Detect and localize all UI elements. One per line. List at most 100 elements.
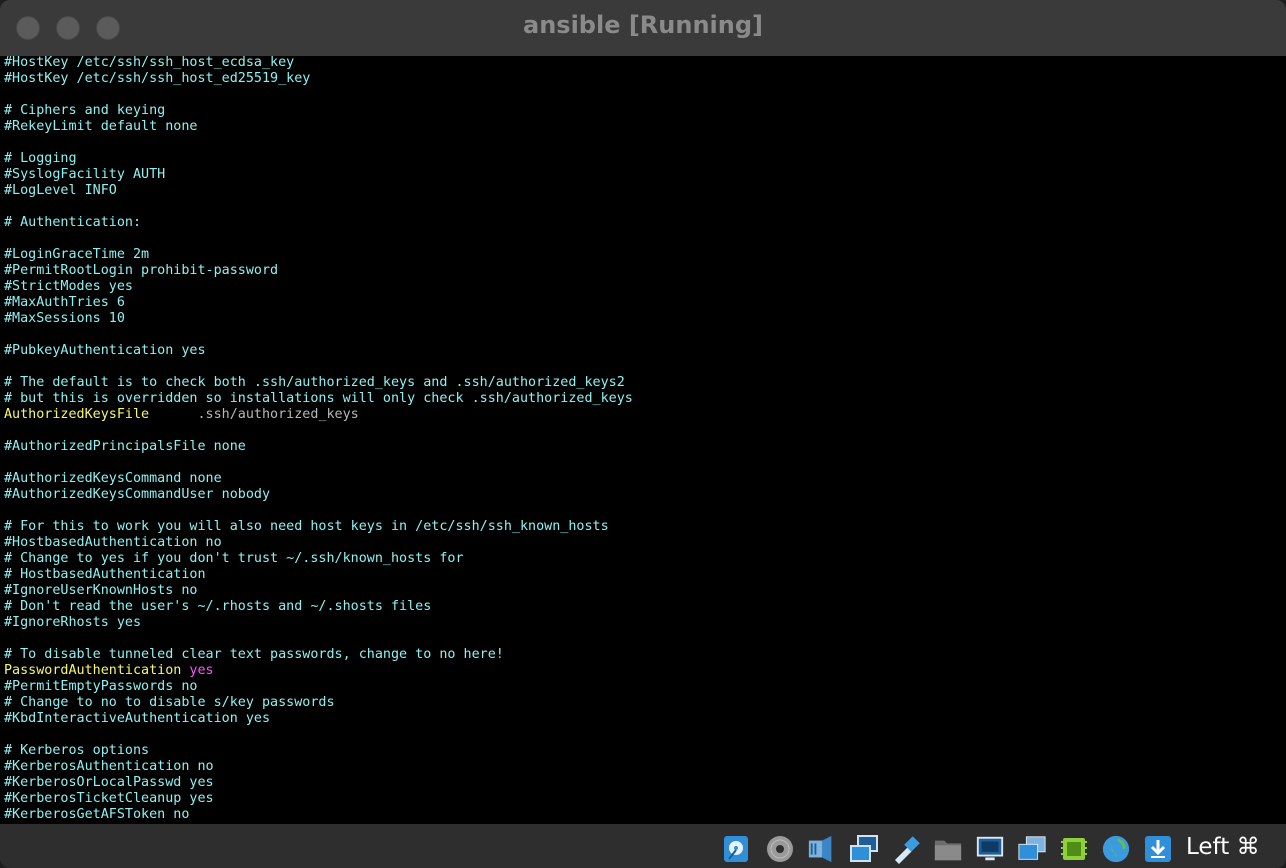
terminal-text: #MaxSessions 10 (4, 311, 125, 326)
terminal-text: #KbdInteractiveAuthentication yes (4, 711, 271, 726)
terminal-text: #KerberosAuthentication no (4, 759, 214, 774)
terminal-text: #HostbasedAuthentication no (4, 535, 222, 550)
terminal-text: # Logging (4, 151, 77, 166)
optical-drive-icon[interactable] (765, 834, 795, 864)
terminal-line: #MaxSessions 10 (4, 311, 633, 327)
terminal-text: #PermitEmptyPasswords no (4, 679, 198, 694)
terminal-line: # For this to work you will also need ho… (4, 519, 633, 535)
terminal-text: # but this is overridden so installation… (4, 391, 633, 406)
terminal-text: # Authentication: (4, 215, 142, 230)
usb-icon[interactable] (891, 834, 921, 864)
terminal-line: # To disable tunneled clear text passwor… (4, 647, 633, 663)
terminal-line: # Don't read the user's ~/.rhosts and ~/… (4, 599, 633, 615)
terminal-text: .ssh/authorized_keys (149, 407, 359, 422)
terminal-text: #LogLevel INFO (4, 183, 117, 198)
terminal-text: #PubkeyAuthentication yes (4, 343, 206, 358)
terminal-line: # but this is overridden so installation… (4, 391, 633, 407)
display-icon[interactable] (975, 834, 1005, 864)
terminal-text: # For this to work you will also need ho… (4, 519, 609, 534)
title-bar[interactable]: ansible [Running] (0, 0, 1286, 57)
shared-folder-icon[interactable] (933, 834, 963, 864)
terminal-text: #HostKey /etc/ssh/ssh_host_ecdsa_key (4, 56, 295, 70)
terminal-text: #KerberosTicketCleanup yes (4, 791, 214, 806)
audio-icon[interactable] (807, 834, 837, 864)
terminal-line: #KerberosGetAFSToken no (4, 807, 633, 823)
terminal-text: #IgnoreUserKnownHosts no (4, 583, 198, 598)
cpu-activity-icon[interactable] (1059, 834, 1089, 864)
terminal-line: # Change to yes if you don't trust ~/.ss… (4, 551, 633, 567)
terminal-text: #PermitRootLogin prohibit-password (4, 263, 279, 278)
terminal-line: # The default is to check both .ssh/auth… (4, 375, 633, 391)
terminal-line: #HostKey /etc/ssh/ssh_host_ed25519_key (4, 71, 633, 87)
vm-screen[interactable]: #HostKey /etc/ssh/ssh_host_ecdsa_key #Hos… (0, 56, 1286, 824)
terminal-line: #AuthorizedPrincipalsFile none (4, 439, 633, 455)
terminal-text: #KerberosGetAFSToken no (4, 807, 190, 822)
terminal-line: #HostKey /etc/ssh/ssh_host_ecdsa_key (4, 56, 633, 71)
terminal-line: # Change to no to disable s/key password… (4, 695, 633, 711)
window-title: ansible [Running] (523, 11, 763, 39)
terminal-text: #StrictModes yes (4, 279, 133, 294)
terminal-text: #KerberosOrLocalPasswd yes (4, 775, 214, 790)
terminal-text: #SyslogFacility AUTH (4, 167, 166, 182)
terminal-text: yes (181, 663, 214, 678)
terminal-text: # Don't read the user's ~/.rhosts and ~/… (4, 599, 432, 614)
terminal-text: # The default is to check both .ssh/auth… (4, 375, 625, 390)
terminal-line: #LogLevel INFO (4, 183, 633, 199)
terminal-line: #LoginGraceTime 2m (4, 247, 633, 263)
terminal-text: # Change to yes if you don't trust ~/.ss… (4, 551, 464, 566)
terminal-line: #AuthorizedKeysCommand none (4, 471, 633, 487)
terminal-line: # Kerberos options (4, 743, 633, 759)
terminal-line: # Ciphers and keying (4, 103, 633, 119)
terminal-text: #IgnoreRhosts yes (4, 615, 142, 630)
terminal-text: PasswordAuthentication (4, 663, 182, 678)
video-capture-icon[interactable] (1017, 834, 1047, 864)
terminal-line: #MaxAuthTries 6 (4, 295, 633, 311)
terminal-line: #SyslogFacility AUTH (4, 167, 633, 183)
terminal-text: # HostbasedAuthentication (4, 567, 206, 582)
terminal-line: PasswordAuthentication yes (4, 663, 633, 679)
host-key-indicator[interactable]: Left ⌘ (1186, 834, 1260, 860)
terminal-line: #IgnoreUserKnownHosts no (4, 583, 633, 599)
terminal-line: # Authentication: (4, 215, 633, 231)
download-icon[interactable] (1143, 834, 1173, 864)
terminal-line: #KerberosAuthentication no (4, 759, 633, 775)
terminal-line: #KerberosOrLocalPasswd yes (4, 775, 633, 791)
terminal-text: #AuthorizedKeysCommand none (4, 471, 222, 486)
terminal-line: #AuthorizedKeysCommandUser nobody (4, 487, 633, 503)
terminal-line: #IgnoreRhosts yes (4, 615, 633, 631)
terminal-line: #PermitEmptyPasswords no (4, 679, 633, 695)
terminal-text: AuthorizedKeysFile (4, 407, 150, 422)
hard-disk-icon[interactable] (721, 834, 751, 864)
terminal-text: # Ciphers and keying (4, 103, 166, 118)
terminal-text: # To disable tunneled clear text passwor… (4, 647, 504, 662)
terminal-output[interactable]: #HostKey /etc/ssh/ssh_host_ecdsa_key #Hos… (4, 56, 633, 823)
terminal-line: #KbdInteractiveAuthentication yes (4, 711, 633, 727)
terminal-line: #HostbasedAuthentication no (4, 535, 633, 551)
network-icon[interactable] (849, 834, 879, 864)
terminal-line: #RekeyLimit default none (4, 119, 633, 135)
terminal-text: #RekeyLimit default none (4, 119, 198, 134)
vm-window: ansible [Running] #HostKey /etc/ssh/ssh_… (0, 0, 1286, 868)
terminal-line: #KerberosTicketCleanup yes (4, 791, 633, 807)
terminal-text: # Change to no to disable s/key password… (4, 695, 335, 710)
terminal-line: #PermitRootLogin prohibit-password (4, 263, 633, 279)
terminal-text: #AuthorizedPrincipalsFile none (4, 439, 246, 454)
terminal-text: # Kerberos options (4, 743, 150, 758)
vm-status-bar: Left ⌘ (0, 824, 1286, 868)
terminal-text: #LoginGraceTime 2m (4, 247, 150, 262)
terminal-text: #MaxAuthTries 6 (4, 295, 125, 310)
globe-icon[interactable] (1101, 834, 1131, 864)
terminal-line: #StrictModes yes (4, 279, 633, 295)
terminal-line: # Logging (4, 151, 633, 167)
